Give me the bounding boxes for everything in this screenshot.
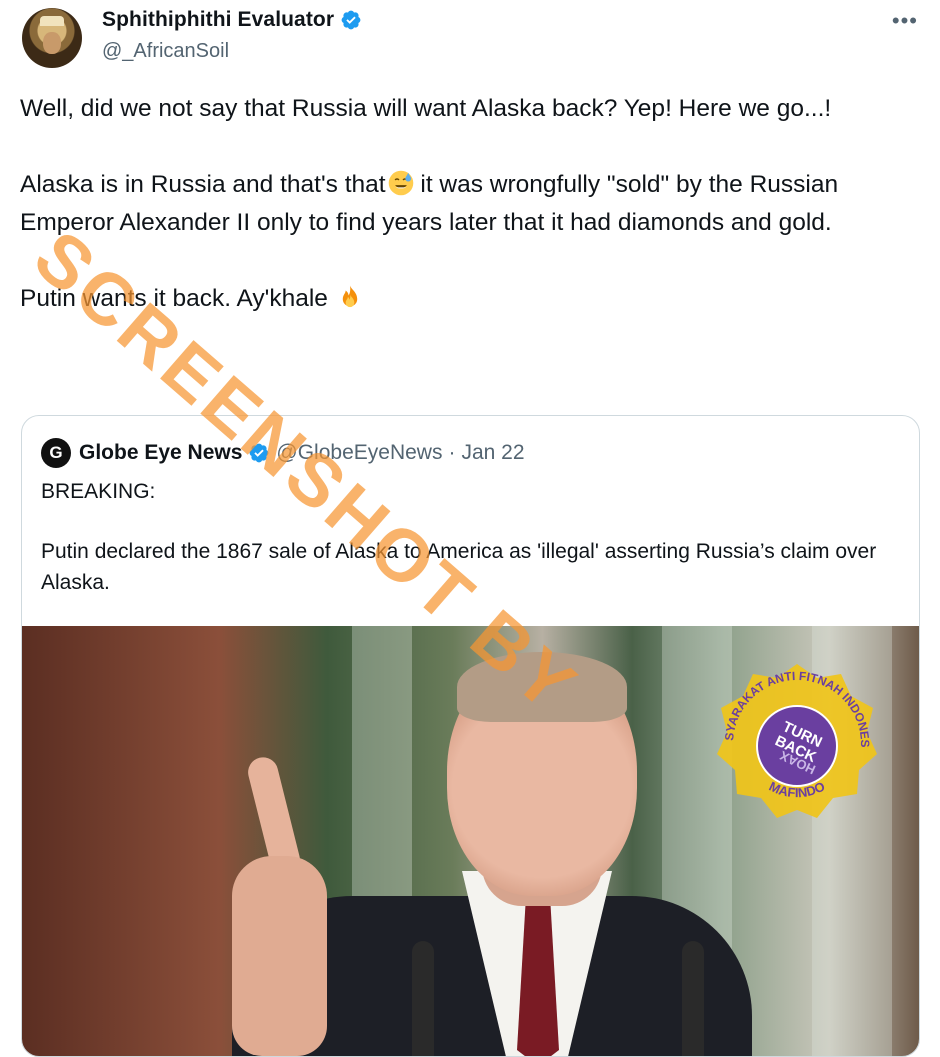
author-display-name[interactable]: Sphithiphithi Evaluator (102, 8, 334, 32)
tweet-paragraph-2: Alaska is in Russia and that's that it w… (20, 166, 900, 242)
quoted-tweet-body: BREAKING: Putin declared the 1867 sale o… (41, 476, 901, 598)
photo-microphone-left (412, 941, 434, 1056)
photo-microphone-right (682, 941, 704, 1056)
quoted-verified-badge-icon (250, 443, 269, 463)
avatar-face (43, 32, 61, 54)
tweet-paragraph-3: Putin wants it back. Ay'khale (20, 280, 900, 318)
tweet-body: Well, did we not say that Russia will wa… (20, 90, 900, 318)
quoted-tweet-header: G Globe Eye News @GlobeEyeNews · Jan 22 (41, 438, 525, 468)
author-name-row: Sphithiphithi Evaluator (102, 8, 362, 32)
verified-badge-icon (341, 10, 361, 30)
quoted-tweet-text: Putin declared the 1867 sale of Alaska t… (41, 540, 877, 594)
tweet-header: Sphithiphithi Evaluator @_AfricanSoil ••… (20, 6, 920, 72)
tweet-paragraph-2a: Alaska is in Russia and that's that (20, 171, 386, 198)
fire-emoji-icon (342, 285, 357, 308)
tweet-paragraph-3-text: Putin wants it back. Ay'khale (20, 285, 335, 312)
sweat-smile-emoji-icon (388, 170, 413, 196)
quoted-author-name[interactable]: Globe Eye News (79, 441, 242, 465)
more-options-icon[interactable]: ••• (892, 8, 918, 34)
avatar-crown (40, 16, 64, 26)
mafindo-seal-icon: MASYARAKAT ANTI FITNAH INDONESIA MAFINDO… (713, 660, 877, 818)
quoted-date[interactable]: Jan 22 (461, 441, 524, 465)
quoted-author-handle[interactable]: @GlobeEyeNews (276, 441, 442, 465)
avatar-icon[interactable] (22, 8, 82, 68)
quoted-breaking-label: BREAKING: (41, 480, 156, 503)
quoted-separator: · (448, 441, 456, 464)
author-handle[interactable]: @_AfricanSoil (102, 40, 229, 63)
photo-hair (457, 652, 627, 722)
globe-eye-logo-icon: G (41, 438, 71, 468)
photo-hand (232, 856, 327, 1056)
tweet-paragraph-1: Well, did we not say that Russia will wa… (20, 95, 832, 122)
